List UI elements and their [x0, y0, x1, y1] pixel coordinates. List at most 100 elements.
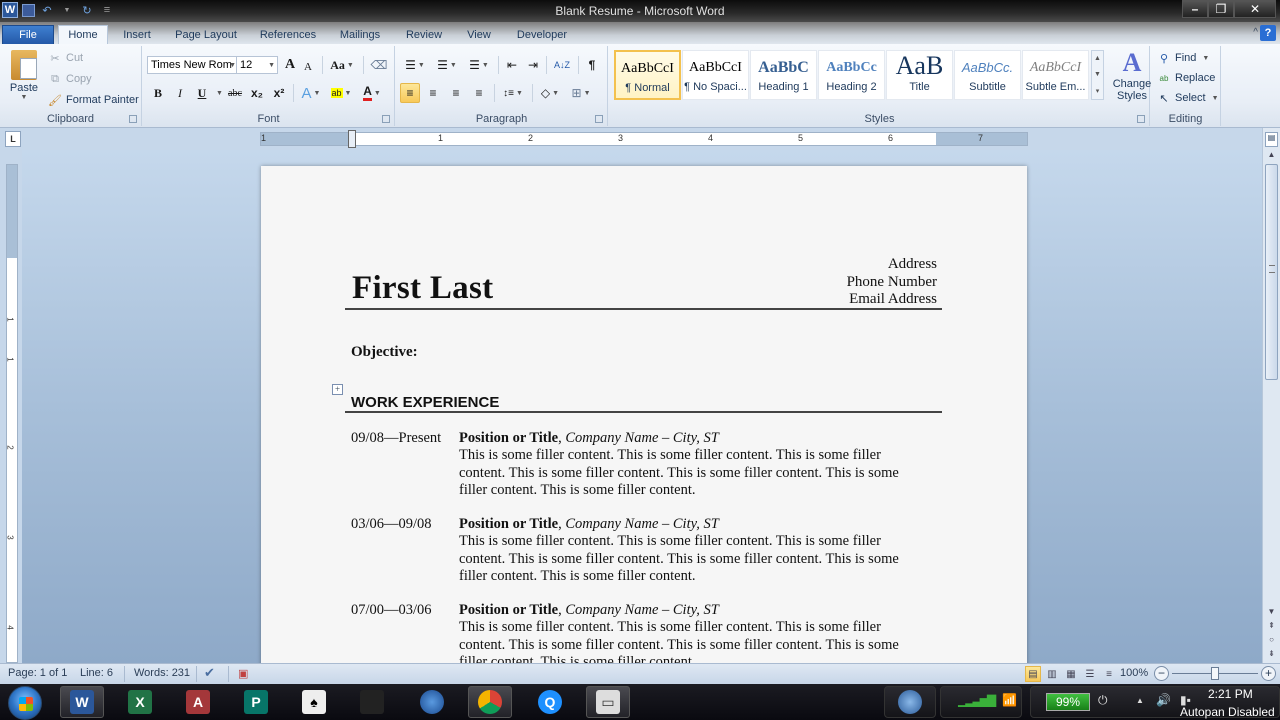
style-no-spacing[interactable]: AaBbCcI ¶ No Spaci... [682, 50, 749, 100]
subscript-button[interactable]: x₂ [249, 83, 265, 103]
tab-developer[interactable]: Developer [510, 25, 574, 44]
underline-dropdown-icon[interactable]: ▼ [216, 90, 223, 97]
cut-button[interactable]: ✂ Cut [48, 49, 83, 67]
more-styles-icon[interactable]: ▾ [1096, 87, 1100, 95]
vertical-scrollbar[interactable]: ▤ ▲ ▼ ⇞ ○ ⇟ [1262, 128, 1280, 663]
clock[interactable]: 2:21 PM [1208, 687, 1253, 701]
taskbar-app[interactable] [350, 686, 394, 718]
scroll-down-arrow[interactable]: ▼ [1265, 605, 1278, 619]
italic-button[interactable]: I [173, 83, 187, 103]
change-case-button[interactable]: Aa ▼ [330, 55, 354, 75]
find-button[interactable]: ⚲ Find ▼ [1157, 49, 1209, 67]
full-screen-reading-icon[interactable]: ▥ [1044, 666, 1060, 682]
resume-name[interactable]: First Last [352, 270, 493, 307]
objective-heading[interactable]: Objective: [351, 344, 418, 361]
highlight-button[interactable]: ab ▼ [328, 83, 354, 103]
draft-view-icon[interactable]: ≡ [1101, 666, 1117, 682]
line-number[interactable]: Line: 6 [80, 667, 113, 679]
restore-button[interactable]: ❐ [1208, 0, 1234, 18]
outline-view-icon[interactable]: ☰ [1082, 666, 1098, 682]
style-title[interactable]: AaB Title [886, 50, 953, 100]
tab-page-layout[interactable]: Page Layout [170, 25, 242, 44]
font-color-button[interactable]: A ▼ [359, 83, 385, 103]
taskbar-quicktime[interactable]: Q [528, 686, 572, 718]
taskbar-google-earth[interactable] [410, 686, 454, 718]
tab-mailings[interactable]: Mailings [334, 25, 386, 44]
next-page-icon[interactable]: ⇟ [1265, 647, 1278, 661]
macro-record-icon[interactable]: ▣ [238, 667, 248, 680]
scroll-down-icon[interactable]: ▼ [1094, 71, 1101, 78]
job-entry[interactable]: 03/06—09/08 Position or Title, Company N… [351, 516, 921, 585]
job-entry[interactable]: 09/08—Present Position or Title, Company… [351, 430, 921, 499]
style-heading-2[interactable]: AaBbCc Heading 2 [818, 50, 885, 100]
tab-references[interactable]: References [255, 25, 321, 44]
section-heading[interactable]: WORK EXPERIENCE [351, 394, 499, 411]
battery-indicator[interactable]: 99% [1046, 693, 1090, 711]
tab-view[interactable]: View [460, 25, 498, 44]
justify-button[interactable]: ≡ [469, 83, 489, 103]
select-button[interactable]: ↖ Select ▼ [1157, 89, 1218, 107]
minimize-ribbon-icon[interactable]: ^ [1253, 27, 1258, 38]
vertical-ruler[interactable]: 1 1 2 3 4 [6, 164, 18, 663]
shrink-font-button[interactable]: A [301, 57, 315, 77]
table-move-handle-icon[interactable]: + [332, 384, 343, 395]
shading-button[interactable]: ◇ ▼ [536, 83, 564, 103]
clipboard-dialog-launcher[interactable] [129, 115, 137, 123]
replace-button[interactable]: ab Replace [1157, 69, 1216, 87]
copy-button[interactable]: ⧉ Copy [48, 70, 92, 88]
volume-icon[interactable]: 🔊 [1156, 693, 1171, 707]
clear-formatting-icon[interactable]: ⌫ [370, 55, 388, 75]
show-formatting-marks-button[interactable]: ¶ [584, 55, 600, 75]
line-spacing-button[interactable]: ↕≡ ▼ [498, 83, 528, 103]
taskbar-access[interactable]: A [176, 686, 220, 718]
styles-gallery-scroll[interactable]: ▲ ▼ ▾ [1091, 50, 1104, 100]
scroll-up-icon[interactable]: ▲ [1094, 55, 1101, 62]
zoom-level[interactable]: 100% [1120, 667, 1148, 679]
select-browse-object-icon[interactable]: ○ [1265, 633, 1278, 647]
tab-file[interactable]: File [2, 25, 54, 44]
bullets-button[interactable]: ☰ ▼ [400, 55, 430, 75]
previous-page-icon[interactable]: ⇞ [1265, 619, 1278, 633]
format-painter-button[interactable]: 🖌 Format Painter [48, 91, 139, 109]
job-entry[interactable]: 07/00—03/06 Position or Title, Company N… [351, 602, 921, 663]
style-subtle-emphasis[interactable]: AaBbCcI Subtle Em... [1022, 50, 1089, 100]
decrease-indent-button[interactable]: ⇤ [503, 55, 521, 75]
close-button[interactable]: ✕ [1234, 0, 1276, 18]
print-layout-icon[interactable]: ▤ [1025, 666, 1041, 682]
styles-dialog-launcher[interactable] [1137, 115, 1145, 123]
align-center-button[interactable]: ≡ [423, 83, 443, 103]
multilevel-list-button[interactable]: ☰ ▼ [464, 55, 494, 75]
bold-button[interactable]: B [151, 83, 165, 103]
strikethrough-button[interactable]: abc [225, 83, 245, 103]
document-page[interactable]: Address Phone Number Email Address First… [261, 166, 1027, 663]
superscript-button[interactable]: x² [271, 83, 287, 103]
style-subtitle[interactable]: AaBbCc. Subtitle [954, 50, 1021, 100]
underline-button[interactable]: U [195, 83, 209, 103]
horizontal-ruler[interactable]: 1 1 2 3 4 5 6 7 [260, 130, 1028, 148]
contact-block[interactable]: Address Phone Number Email Address [847, 256, 937, 309]
tab-insert[interactable]: Insert [117, 25, 157, 44]
proofing-check-icon[interactable]: ✔ [204, 665, 215, 681]
increase-indent-button[interactable]: ⇥ [524, 55, 542, 75]
scrollbar-thumb[interactable] [1265, 164, 1278, 380]
page-count[interactable]: Page: 1 of 1 [8, 667, 67, 679]
taskbar-publisher[interactable]: P [234, 686, 278, 718]
taskbar-word[interactable]: W [60, 686, 104, 718]
font-name-combo[interactable]: Times New Rom ▼ [147, 56, 239, 74]
style-normal[interactable]: AaBbCcI ¶ Normal [614, 50, 681, 100]
tab-review[interactable]: Review [400, 25, 448, 44]
borders-button[interactable]: ⊞ ▼ [567, 83, 595, 103]
show-hidden-icons[interactable]: ▲ [1136, 696, 1144, 705]
tray-toolbox[interactable] [890, 686, 930, 718]
wireless-icon[interactable]: 📶 [1002, 693, 1017, 707]
taskbar-solitaire[interactable]: ♠ [292, 686, 336, 718]
paste-button[interactable]: Paste ▼ [6, 50, 42, 106]
change-styles-button[interactable]: A Change Styles [1110, 48, 1154, 102]
help-icon[interactable]: ? [1260, 25, 1276, 41]
web-layout-icon[interactable]: ▦ [1063, 666, 1079, 682]
indent-marker[interactable] [348, 130, 356, 148]
signal-strength-icon[interactable]: ▁▂▃▅▇ [958, 693, 996, 707]
tab-selector[interactable]: L [5, 131, 21, 147]
text-effects-button[interactable]: A ▼ [299, 83, 323, 103]
zoom-slider-thumb[interactable] [1211, 667, 1219, 680]
